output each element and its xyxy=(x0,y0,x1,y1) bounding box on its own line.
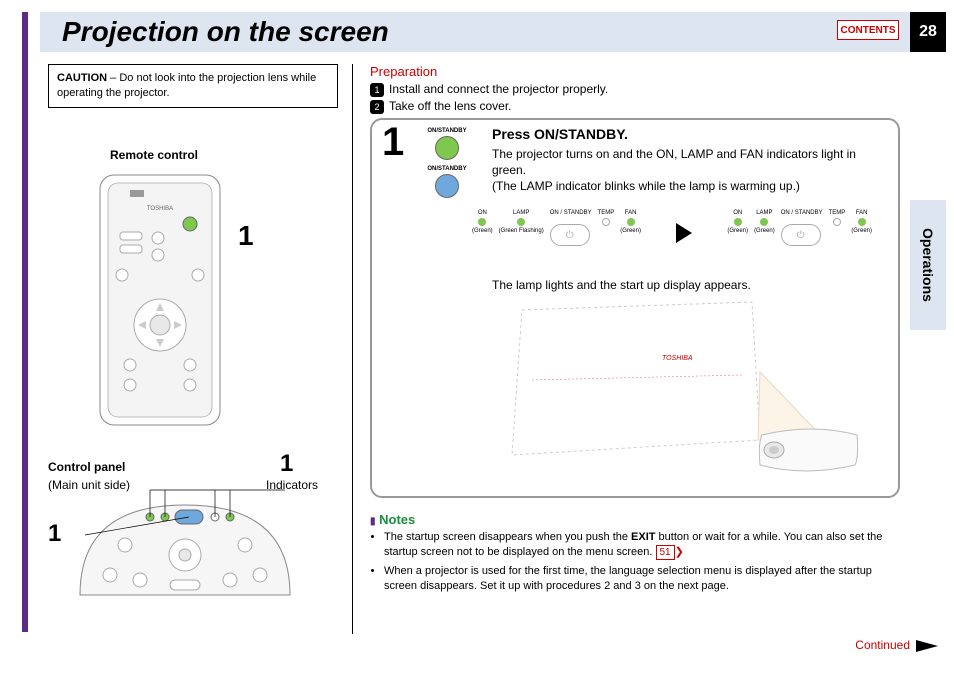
prep-item-2: Take off the lens cover. xyxy=(389,99,512,113)
ind-on-2: ON xyxy=(733,210,742,216)
step-box: 1 ON/STANDBY ON/STANDBY Press ON/STANDBY… xyxy=(370,118,900,498)
accent-bar xyxy=(22,12,28,632)
preparation-heading: Preparation xyxy=(370,64,437,79)
preparation-list: 1 Install and connect the projector prope… xyxy=(370,82,608,116)
note-item-2: When a projector is used for the first t… xyxy=(384,564,900,594)
continued-arrow-icon xyxy=(916,640,938,652)
ind-fan: FAN xyxy=(625,210,637,216)
bullet-1: 1 xyxy=(370,83,384,97)
page-ref-51[interactable]: 51 xyxy=(656,545,675,561)
note-1-pre: The startup screen disappears when you p… xyxy=(384,531,631,543)
page-number: 28 xyxy=(910,12,946,52)
ind-fan-state: (Green) xyxy=(620,228,641,234)
ind-on: ON xyxy=(478,210,487,216)
pageref-arrow-icon: ❯ xyxy=(675,546,684,558)
continued-label: Continued xyxy=(855,638,910,652)
control-panel-illustration xyxy=(70,485,300,605)
ind-temp: TEMP xyxy=(598,210,615,216)
svg-text:TOSHIBA: TOSHIBA xyxy=(662,355,693,362)
page-title: Projection on the screen xyxy=(62,16,389,48)
step-callout-panel: 1 xyxy=(48,520,61,548)
power-icon-2: ⏻ xyxy=(796,230,806,240)
svg-text:TOSHIBA: TOSHIBA xyxy=(147,206,173,212)
remote-control-illustration: TOSHIBA xyxy=(90,170,230,430)
projector-illustration: TOSHIBA xyxy=(502,300,862,485)
section-tab-operations[interactable]: Operations xyxy=(910,200,946,330)
ind-lamp-state-2: (Green) xyxy=(754,228,775,234)
step-title: Press ON/STANDBY. xyxy=(492,126,628,142)
button-diagram: ON/STANDBY ON/STANDBY xyxy=(414,128,480,204)
section-tab-label: Operations xyxy=(920,228,936,302)
contents-link[interactable]: CONTENTS xyxy=(837,20,899,40)
ind-on-state-2: (Green) xyxy=(727,228,748,234)
bullet-2: 2 xyxy=(370,100,384,114)
ind-lamp-2: LAMP xyxy=(756,210,772,216)
onstandby-panel-button-icon xyxy=(435,174,459,198)
indicator-group-after: ON (Green) LAMP (Green) ON / STANDBY ⏻ TEMP… xyxy=(727,210,872,246)
notes-icon: ▮ xyxy=(370,516,376,527)
onstandby-label-bottom: ON/STANDBY xyxy=(414,166,480,172)
ind-temp-2: TEMP xyxy=(829,210,846,216)
onstandby-remote-button-icon xyxy=(435,136,459,160)
step-text-2: (The LAMP indicator blinks while the lam… xyxy=(492,179,800,193)
ind-on-state: (Green) xyxy=(472,228,493,234)
note-item-1: The startup screen disappears when you p… xyxy=(384,530,900,560)
control-panel-label: Control panel xyxy=(48,460,125,474)
caution-box: CAUTION – Do not look into the projectio… xyxy=(48,64,338,108)
step-callout-remote: 1 xyxy=(238,220,254,252)
ind-standby-2: ON / STANDBY xyxy=(781,210,823,216)
indicator-group-before: ON (Green) LAMP (Green Flashing) ON / STAN… xyxy=(472,210,641,246)
ind-fan-state-2: (Green) xyxy=(851,228,872,234)
ind-lamp-state: (Green Flashing) xyxy=(499,228,544,234)
title-band: Projection on the screen xyxy=(40,12,910,52)
ind-fan-2: FAN xyxy=(856,210,868,216)
notes-list: The startup screen disappears when you p… xyxy=(370,530,900,598)
power-icon: ⏻ xyxy=(565,230,575,240)
caution-label: CAUTION xyxy=(57,72,107,84)
ind-lamp: LAMP xyxy=(513,210,529,216)
indicator-diagram: ON (Green) LAMP (Green Flashing) ON / STAN… xyxy=(472,210,872,246)
step-text-1: The projector turns on and the ON, LAMP … xyxy=(492,147,856,177)
ind-standby: ON / STANDBY xyxy=(550,210,592,216)
notes-heading-label: Notes xyxy=(379,512,415,527)
lamp-line-text: The lamp lights and the start up display… xyxy=(492,278,751,292)
column-divider xyxy=(352,64,353,634)
step-callout-indicators: 1 xyxy=(280,450,293,478)
arrow-right-icon xyxy=(676,223,692,243)
step-number: 1 xyxy=(382,120,404,165)
prep-item-1: Install and connect the projector proper… xyxy=(389,82,608,96)
note-1-bold: EXIT xyxy=(631,531,655,543)
remote-control-label: Remote control xyxy=(110,148,198,162)
step-text: The projector turns on and the ON, LAMP … xyxy=(492,146,882,195)
onstandby-label-top: ON/STANDBY xyxy=(414,128,480,134)
notes-heading: ▮ Notes xyxy=(370,512,415,527)
